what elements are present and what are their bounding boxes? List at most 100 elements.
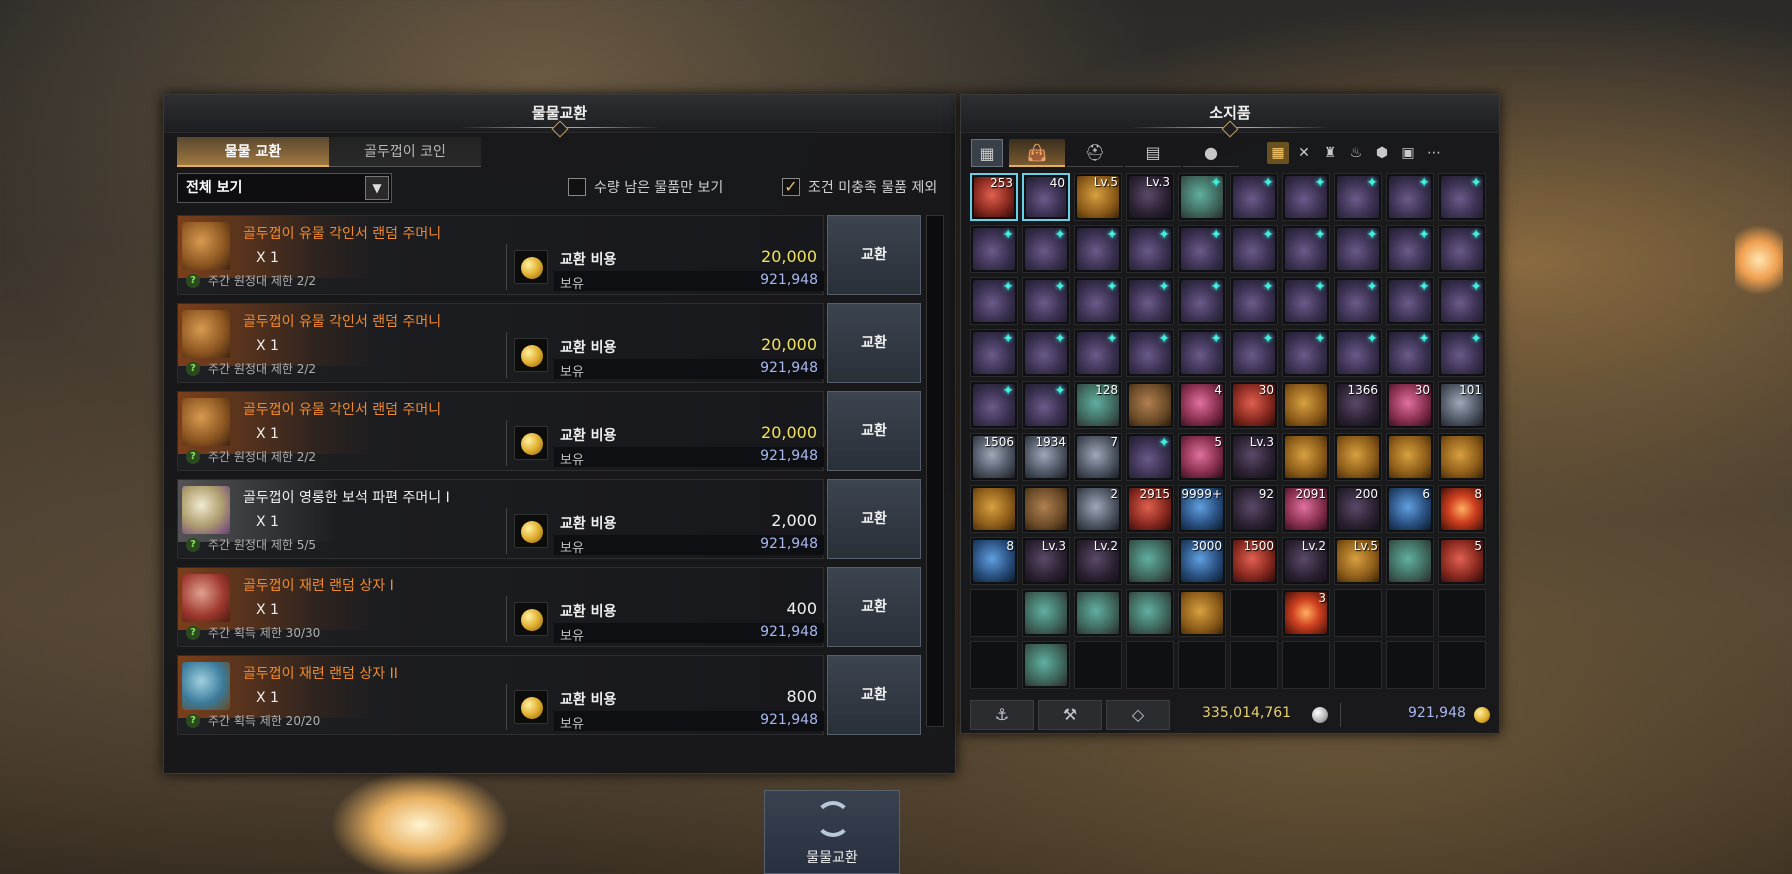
inventory-slot[interactable]: ✦ — [970, 329, 1018, 377]
exchange-button[interactable]: 교환 — [827, 479, 921, 559]
inventory-slot[interactable] — [1386, 537, 1434, 585]
inventory-slot[interactable]: ✦ — [1282, 173, 1330, 221]
inventory-slot[interactable]: ✦ — [1334, 225, 1382, 273]
inventory-slot[interactable]: 1934 — [1022, 433, 1070, 481]
tab-book-icon[interactable]: ▤ — [1125, 139, 1181, 167]
inventory-slot[interactable]: Lv.3 — [1126, 173, 1174, 221]
inventory-slot[interactable]: ✦ — [1282, 277, 1330, 325]
inventory-slot[interactable]: ✦ — [1386, 173, 1434, 221]
inventory-slot[interactable]: ✦ — [1074, 225, 1122, 273]
diamond-icon[interactable]: ◇ — [1106, 700, 1170, 730]
inventory-slot[interactable]: 2 — [1074, 485, 1122, 533]
inventory-slot[interactable] — [1126, 381, 1174, 429]
inventory-slot[interactable] — [1334, 641, 1382, 689]
inventory-slot[interactable]: ✦ — [1022, 329, 1070, 377]
inventory-slot[interactable]: ✦ — [970, 381, 1018, 429]
inventory-slot[interactable]: 253 — [970, 173, 1018, 221]
exchange-button[interactable]: 교환 — [827, 655, 921, 735]
question-icon[interactable]: ? — [186, 537, 200, 552]
inventory-slot[interactable] — [1022, 485, 1070, 533]
inventory-slot[interactable] — [1438, 589, 1486, 637]
inventory-slot[interactable] — [1334, 589, 1382, 637]
question-icon[interactable]: ? — [186, 625, 200, 640]
inventory-slot[interactable]: ✦ — [1230, 173, 1278, 221]
inventory-slot[interactable] — [970, 485, 1018, 533]
tab-bomb-icon[interactable]: ● — [1183, 139, 1239, 167]
filter-all-icon[interactable]: ▦ — [1267, 142, 1289, 164]
inventory-slot[interactable] — [1334, 433, 1382, 481]
inventory-slot[interactable] — [970, 589, 1018, 637]
inventory-slot[interactable] — [1386, 641, 1434, 689]
chevron-down-icon[interactable]: ▼ — [365, 176, 389, 200]
filter-potion-icon[interactable]: ♨ — [1345, 142, 1367, 164]
inventory-slot[interactable]: ✦ — [1126, 277, 1174, 325]
filter-gem-icon[interactable]: ⬢ — [1371, 142, 1393, 164]
inventory-slot[interactable]: ✦ — [1386, 329, 1434, 377]
tab-bag-icon[interactable]: 👜 — [1009, 139, 1065, 167]
inventory-slot[interactable]: 128 — [1074, 381, 1122, 429]
inventory-slot[interactable]: ✦ — [1438, 173, 1486, 221]
exchange-button[interactable]: 교환 — [827, 303, 921, 383]
inventory-slot[interactable]: 30 — [1386, 381, 1434, 429]
tab-barter[interactable]: 물물 교환 — [177, 137, 329, 167]
inventory-slot[interactable] — [970, 641, 1018, 689]
inventory-slot[interactable] — [1386, 589, 1434, 637]
checkbox-empty[interactable] — [568, 178, 586, 196]
inventory-slot[interactable] — [1282, 641, 1330, 689]
inventory-slot[interactable]: 5 — [1438, 537, 1486, 585]
remaining-only-checkbox[interactable]: 수량 남은 물품만 보기 — [568, 177, 723, 197]
filter-dropdown[interactable]: 전체 보기 ▼ — [177, 173, 392, 203]
filter-card-icon[interactable]: ▣ — [1397, 142, 1419, 164]
inventory-slot[interactable] — [1282, 381, 1330, 429]
inventory-slot[interactable] — [1126, 641, 1174, 689]
question-icon[interactable]: ? — [186, 713, 200, 728]
inventory-slot[interactable] — [1386, 433, 1434, 481]
inventory-slot[interactable] — [1438, 641, 1486, 689]
question-icon[interactable]: ? — [186, 361, 200, 376]
inventory-slot[interactable]: ✦ — [1230, 225, 1278, 273]
inventory-slot[interactable]: 3000 — [1178, 537, 1226, 585]
inventory-slot[interactable]: ✦ — [1126, 433, 1174, 481]
inventory-slot[interactable]: 3 — [1282, 589, 1330, 637]
inventory-slot[interactable]: ✦ — [1438, 277, 1486, 325]
inventory-slot[interactable]: 30 — [1230, 381, 1278, 429]
inventory-slot[interactable]: Lv.3 — [1022, 537, 1070, 585]
grid-view-icon[interactable]: ▦ — [971, 139, 1003, 167]
inventory-slot[interactable]: 7 — [1074, 433, 1122, 481]
inventory-slot[interactable]: 4 — [1178, 381, 1226, 429]
inventory-slot[interactable]: Lv.3 — [1230, 433, 1278, 481]
inventory-slot[interactable]: 2915 — [1126, 485, 1174, 533]
inventory-slot[interactable]: 2091 — [1282, 485, 1330, 533]
inventory-slot[interactable]: Lv.2 — [1282, 537, 1330, 585]
inventory-slot[interactable] — [1178, 589, 1226, 637]
inventory-slot[interactable] — [1126, 537, 1174, 585]
inventory-slot[interactable]: ✦ — [1230, 277, 1278, 325]
inventory-slot[interactable]: ✦ — [1074, 329, 1122, 377]
anchor-icon[interactable]: ⚓ — [970, 700, 1034, 730]
inventory-slot[interactable]: ✦ — [1438, 225, 1486, 273]
barter-toggle-button[interactable]: 물물교환 — [764, 790, 900, 874]
inventory-slot[interactable] — [1230, 589, 1278, 637]
tab-equipment-icon[interactable]: ⛑ — [1067, 139, 1123, 167]
inventory-slot[interactable]: ✦ — [1178, 225, 1226, 273]
question-icon[interactable]: ? — [186, 449, 200, 464]
inventory-slot[interactable]: ✦ — [1282, 225, 1330, 273]
hammer-icon[interactable]: ⚒ — [1038, 700, 1102, 730]
inventory-slot[interactable]: ✦ — [1178, 173, 1226, 221]
checkbox-checked[interactable]: ✓ — [782, 178, 800, 196]
inventory-slot[interactable]: ✦ — [1178, 277, 1226, 325]
inventory-slot[interactable]: ✦ — [1334, 329, 1382, 377]
inventory-slot[interactable]: ✦ — [1230, 329, 1278, 377]
inventory-slot[interactable]: ✦ — [1126, 225, 1174, 273]
inventory-slot[interactable] — [1438, 433, 1486, 481]
inventory-slot[interactable]: ✦ — [1022, 277, 1070, 325]
inventory-slot[interactable]: ✦ — [1178, 329, 1226, 377]
inventory-slot[interactable]: 200 — [1334, 485, 1382, 533]
inventory-slot[interactable]: 1500 — [1230, 537, 1278, 585]
inventory-slot[interactable]: 8 — [970, 537, 1018, 585]
inventory-slot[interactable]: ✦ — [1282, 329, 1330, 377]
inventory-slot[interactable] — [1230, 641, 1278, 689]
inventory-slot[interactable]: 9999+ — [1178, 485, 1226, 533]
list-scrollbar[interactable] — [926, 215, 944, 727]
exclude-unmet-checkbox[interactable]: ✓ 조건 미충족 물품 제외 — [782, 177, 937, 197]
